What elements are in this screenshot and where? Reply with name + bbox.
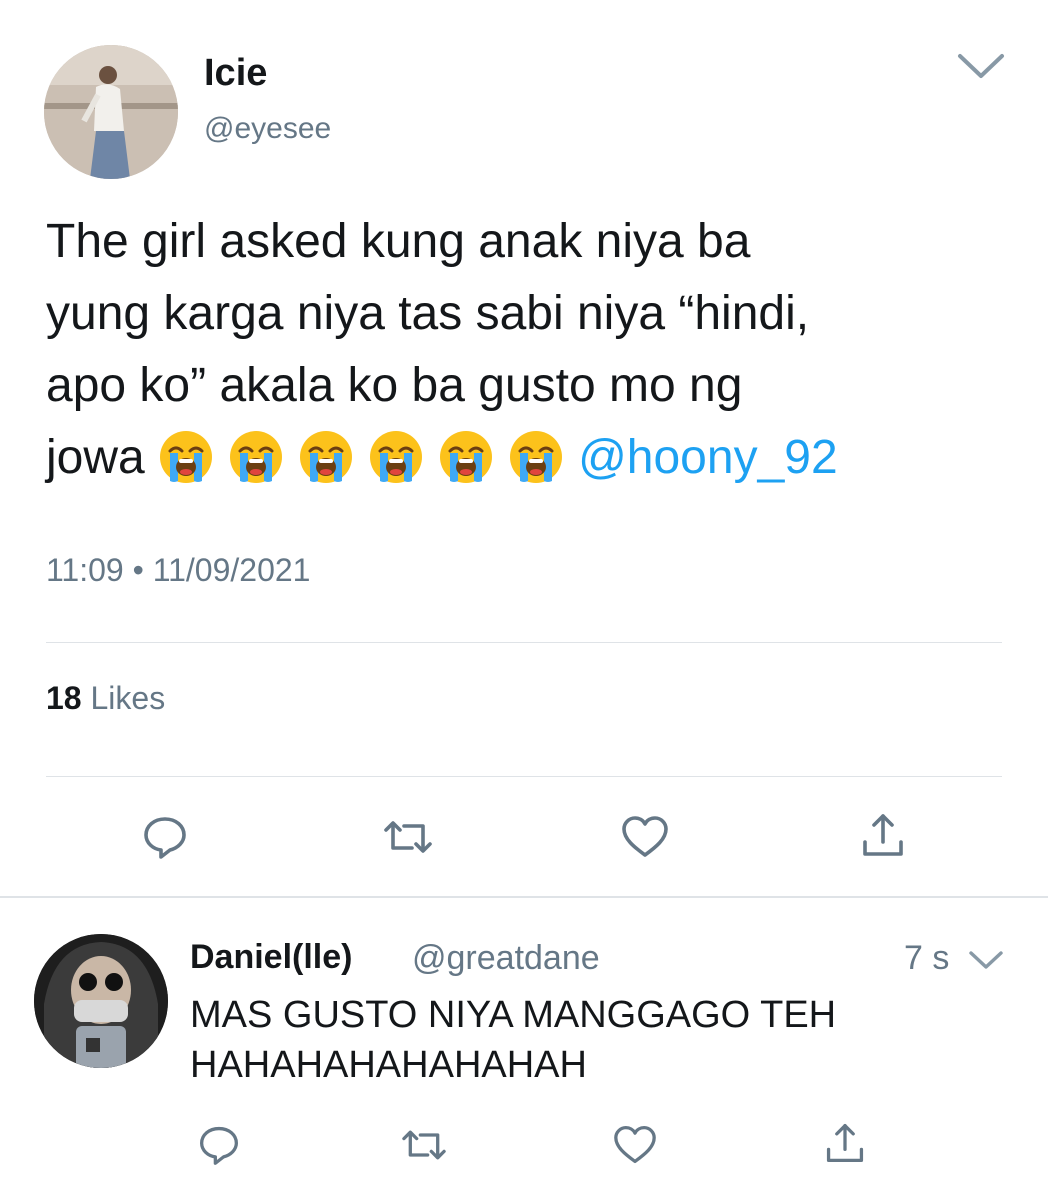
reply-text-line: HAHAHAHAHAHAHAH (190, 1044, 587, 1086)
divider (46, 776, 1002, 777)
chevron-down-icon[interactable] (956, 50, 1006, 82)
like-icon[interactable] (612, 1124, 658, 1166)
tweet-text-line: jowa (46, 431, 145, 484)
likes-count[interactable]: 18 Likes (46, 680, 165, 717)
avatar-photo (44, 45, 178, 179)
reply-display-name[interactable]: Daniel(lle) (190, 938, 352, 977)
tweet-text-line: yung karga niya tas sabi niya “hindi, (46, 287, 810, 340)
avatar[interactable] (44, 45, 178, 179)
tweet-text-last-line: jowa @hoony_92 (46, 422, 1006, 494)
likes-label: Likes (81, 680, 166, 716)
reply-icon[interactable] (198, 1124, 240, 1166)
mention-link[interactable]: @hoony_92 (578, 431, 838, 484)
like-icon[interactable] (620, 814, 670, 860)
tweet-text: The girl asked kung anak niya ba yung ka… (46, 206, 1006, 494)
reply-timestamp: 7 s (904, 939, 950, 977)
reply-avatar[interactable] (34, 934, 168, 1068)
handle[interactable]: @eyesee (204, 112, 331, 146)
emoji-row (158, 431, 578, 484)
tweet-text-line: The girl asked kung anak niya ba (46, 215, 751, 268)
loudly-crying-face-icon (158, 429, 214, 485)
likes-number: 18 (46, 680, 82, 716)
tweet-text-line: apo ko” akala ko ba gusto mo ng (46, 359, 743, 412)
reply-avatar-photo (34, 934, 168, 1068)
chevron-down-icon[interactable] (968, 948, 1004, 972)
retweet-icon[interactable] (400, 1124, 448, 1166)
section-divider (0, 896, 1048, 898)
reply-handle[interactable]: @greatdane (412, 939, 600, 978)
reply-icon[interactable] (142, 814, 188, 860)
display-name[interactable]: Icie (204, 52, 267, 95)
loudly-crying-face-icon (368, 429, 424, 485)
main-tweet: Icie @eyesee The girl asked kung anak ni… (0, 0, 1048, 896)
loudly-crying-face-icon (438, 429, 494, 485)
share-icon[interactable] (860, 812, 906, 858)
retweet-icon[interactable] (382, 814, 434, 860)
share-icon[interactable] (824, 1122, 866, 1164)
loudly-crying-face-icon (298, 429, 354, 485)
loudly-crying-face-icon (508, 429, 564, 485)
divider (46, 642, 1002, 643)
timestamp[interactable]: 11:09 • 11/09/2021 (46, 552, 310, 589)
loudly-crying-face-icon (228, 429, 284, 485)
reply-text-line: MAS GUSTO NIYA MANGGAGO TEH (190, 994, 837, 1036)
reply-text: MAS GUSTO NIYA MANGGAGO TEH HAHAHAHAHAHA… (190, 990, 1010, 1090)
